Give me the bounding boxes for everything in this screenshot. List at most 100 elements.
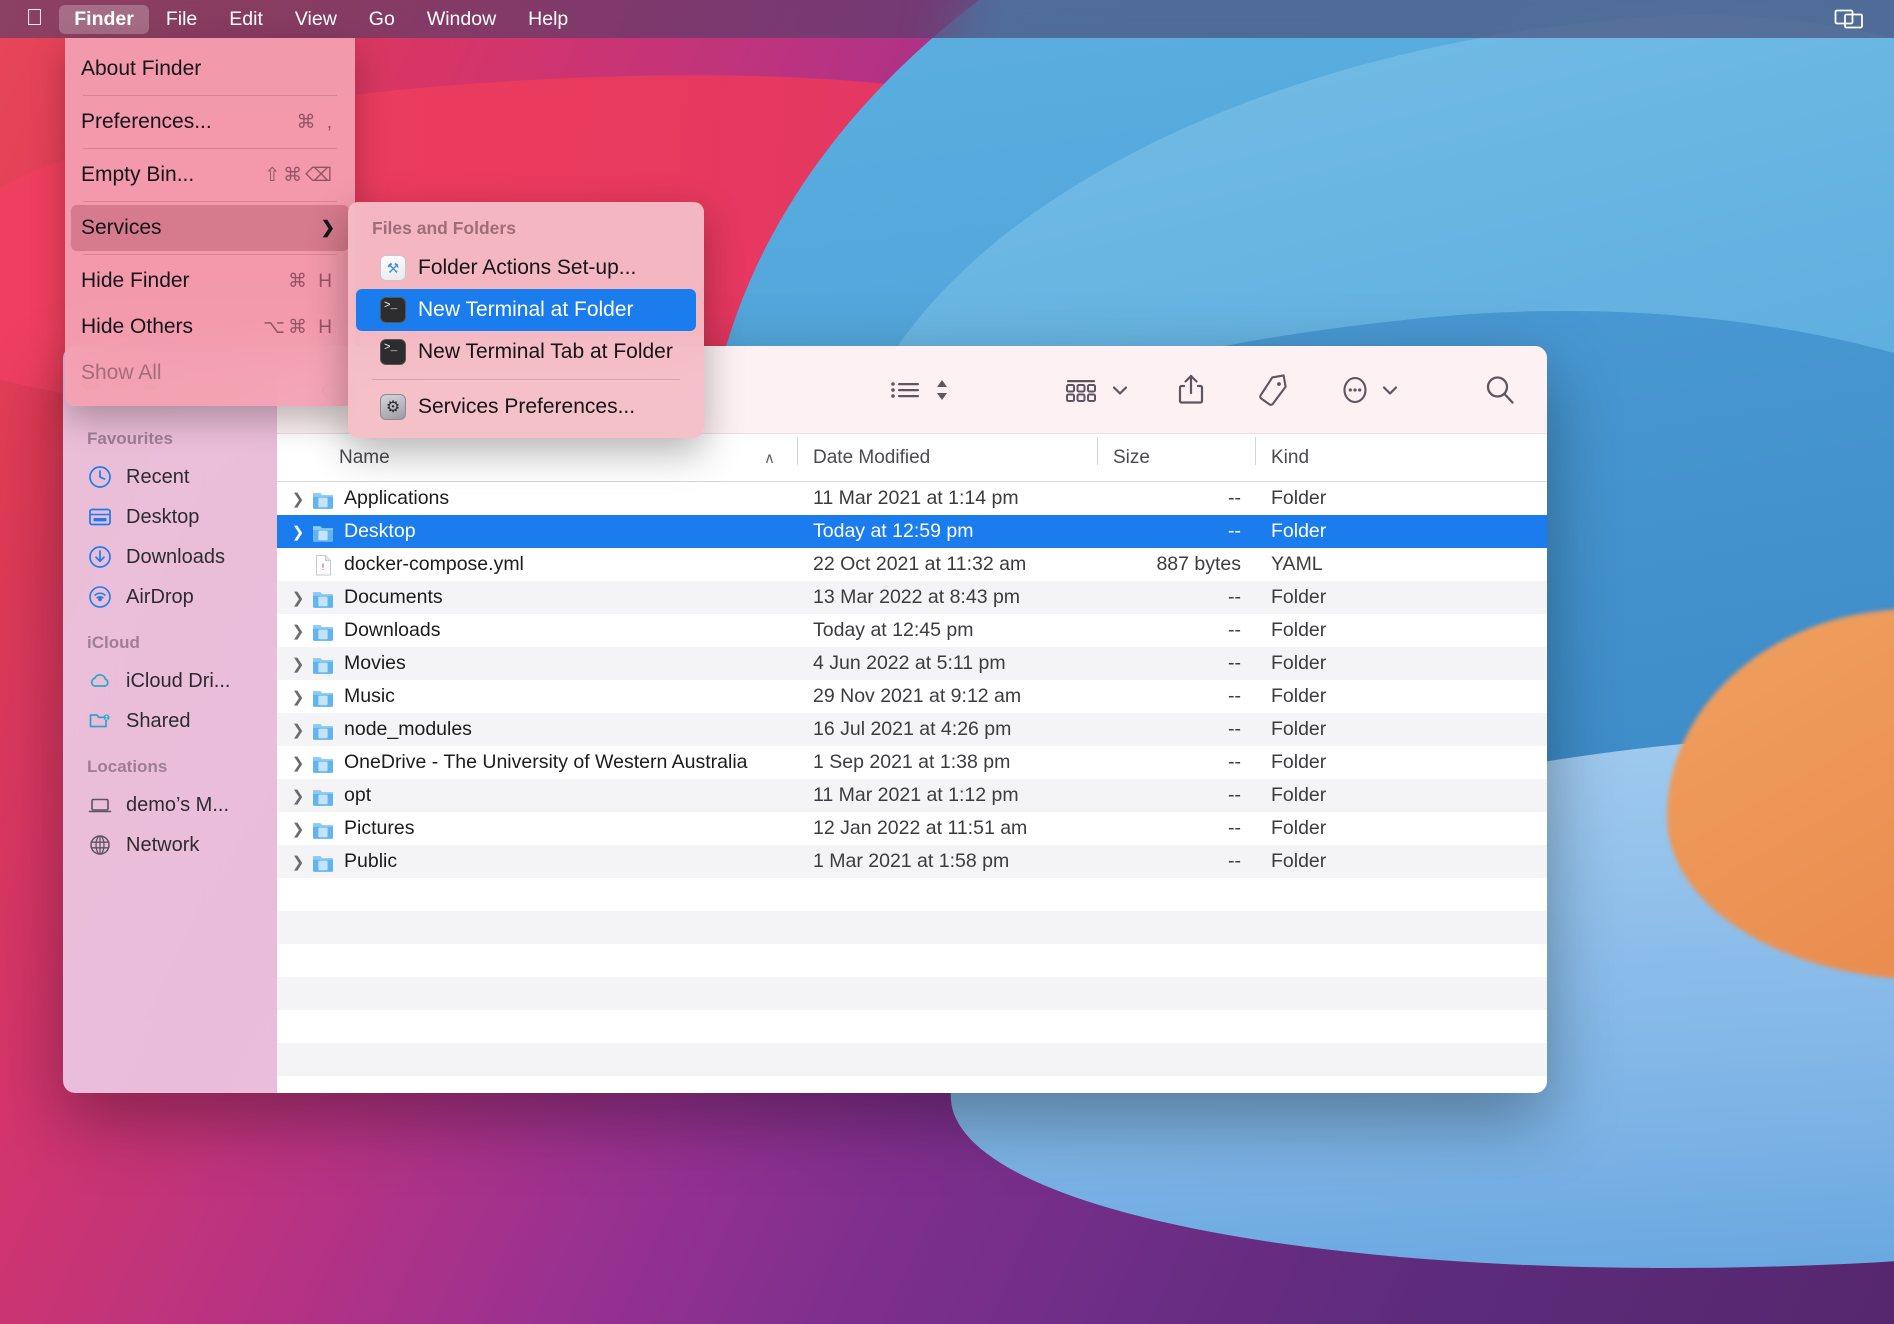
sidebar-item-network[interactable]: Network bbox=[63, 825, 277, 865]
table-row[interactable]: ❯ Pictures 12 Jan 2022 at 11:51 am -- Folder bbox=[277, 812, 1547, 845]
shared-folder-icon bbox=[89, 714, 110, 728]
sort-indicator-icon: ∧ bbox=[764, 449, 775, 467]
table-row[interactable]: ❯ Downloads Today at 12:45 pm -- Folder bbox=[277, 614, 1547, 647]
table-row[interactable]: ❯ Desktop Today at 12:59 pm -- Folder bbox=[277, 515, 1547, 548]
column-header-kind[interactable]: Kind bbox=[1255, 436, 1547, 469]
menu-help[interactable]: Help bbox=[513, 5, 583, 34]
disclosure-triangle-icon[interactable]: ❯ bbox=[287, 754, 309, 772]
table-row[interactable]: ❯ Movies 4 Jun 2022 at 5:11 pm -- Folder bbox=[277, 647, 1547, 680]
tag-icon[interactable] bbox=[1255, 373, 1291, 407]
sidebar-item-downloads[interactable]: Downloads bbox=[63, 537, 277, 577]
screen-mirroring-icon[interactable] bbox=[1834, 8, 1864, 30]
service-label: Services Preferences... bbox=[418, 395, 636, 418]
menu-finder[interactable]: Finder bbox=[59, 4, 149, 34]
table-row[interactable]: ! docker-compose.yml 22 Oct 2021 at 11:32 … bbox=[277, 548, 1547, 581]
file-size-cell: 887 bytes bbox=[1156, 553, 1241, 575]
chevron-down-icon[interactable] bbox=[1111, 383, 1129, 397]
menu-view[interactable]: View bbox=[280, 5, 352, 34]
group-by-icon[interactable] bbox=[1063, 375, 1101, 405]
disclosure-triangle-icon[interactable]: ❯ bbox=[287, 853, 309, 871]
sort-arrows-icon[interactable] bbox=[933, 376, 951, 404]
sidebar-label: Recent bbox=[126, 465, 190, 488]
disclosure-triangle-icon[interactable]: ❯ bbox=[287, 820, 309, 838]
more-actions-icon[interactable] bbox=[1339, 373, 1371, 407]
disclosure-triangle-icon[interactable]: ❯ bbox=[287, 688, 309, 706]
table-row[interactable]: ❯ node_modules 16 Jul 2021 at 4:26 pm -- Fol… bbox=[277, 713, 1547, 746]
sidebar-item-icloud-drive[interactable]: iCloud Dri... bbox=[63, 661, 277, 701]
sidebar-item-recent[interactable]: Recent bbox=[63, 457, 277, 497]
sidebar-label: Network bbox=[126, 833, 200, 856]
disclosure-triangle-icon[interactable]: ❯ bbox=[287, 490, 309, 508]
file-name-label: Applications bbox=[344, 487, 450, 509]
file-name-label: Desktop bbox=[344, 520, 416, 542]
menu-item-services[interactable]: Services ❯ bbox=[71, 205, 349, 251]
service-item-services-preferences[interactable]: ⚙ Services Preferences... bbox=[356, 386, 696, 428]
download-icon bbox=[89, 546, 111, 568]
menu-window[interactable]: Window bbox=[412, 5, 511, 34]
menu-item-about-finder[interactable]: About Finder bbox=[71, 46, 349, 92]
table-row[interactable]: ❯ opt 11 Mar 2021 at 1:12 pm -- Folder bbox=[277, 779, 1547, 812]
column-header-date-modified[interactable]: Date Modified bbox=[797, 436, 1097, 469]
table-row[interactable]: ❯ Documents 13 Mar 2022 at 8:43 pm -- Folder bbox=[277, 581, 1547, 614]
share-icon[interactable] bbox=[1175, 372, 1207, 408]
service-label: Folder Actions Set-up... bbox=[418, 256, 637, 279]
sidebar-item-shared[interactable]: Shared bbox=[63, 701, 277, 741]
file-name-cell: ❯ Desktop bbox=[277, 520, 797, 544]
sidebar-section-icloud: iCloud bbox=[87, 633, 140, 652]
table-row[interactable]: ❯ Public 1 Mar 2021 at 1:58 pm -- Folder bbox=[277, 845, 1547, 878]
table-row[interactable]: ❯ Music 29 Nov 2021 at 9:12 am -- Folder bbox=[277, 680, 1547, 713]
file-kind-cell: Folder bbox=[1271, 586, 1327, 608]
menu-edit[interactable]: Edit bbox=[214, 5, 278, 34]
table-row[interactable]: ❯ Applications 11 Mar 2021 at 1:14 pm -- Fol… bbox=[277, 482, 1547, 515]
file-name-cell: ❯ OneDrive - The University of Western Au… bbox=[277, 751, 797, 775]
list-view-icon[interactable] bbox=[889, 377, 923, 403]
file-name-cell: ❯ Music bbox=[277, 685, 797, 709]
sidebar-item-desktop[interactable]: Desktop bbox=[63, 497, 277, 537]
file-name-label: Documents bbox=[344, 586, 443, 608]
column-header-size[interactable]: Size bbox=[1097, 436, 1255, 469]
menu-item-empty-bin[interactable]: Empty Bin... ⇧⌘⌫ bbox=[71, 152, 349, 198]
menu-item-hide-others[interactable]: Hide Others ⌥⌘ H bbox=[71, 304, 349, 350]
search-icon[interactable] bbox=[1483, 373, 1517, 407]
disclosure-triangle-icon[interactable]: ❯ bbox=[287, 655, 309, 673]
desktop-icon bbox=[89, 508, 111, 526]
disclosure-triangle-icon[interactable]: ❯ bbox=[287, 589, 309, 607]
disclosure-triangle-icon[interactable]: ❯ bbox=[287, 721, 309, 739]
finder-application-menu: About Finder Preferences... ⌘ , Empty Bi… bbox=[65, 38, 355, 406]
menu-go[interactable]: Go bbox=[354, 5, 410, 34]
service-item-new-terminal-tab-at-folder[interactable]: >_ New Terminal Tab at Folder bbox=[356, 331, 696, 373]
folder-documents-icon bbox=[313, 591, 333, 608]
file-date-cell: 11 Mar 2021 at 1:12 pm bbox=[813, 784, 1019, 806]
file-name-cell: ❯ opt bbox=[277, 784, 797, 808]
file-date-cell: Today at 12:59 pm bbox=[813, 520, 974, 542]
file-list[interactable]: ❯ Applications 11 Mar 2021 at 1:14 pm -- Fol… bbox=[277, 482, 1547, 1093]
file-kind-cell: Folder bbox=[1271, 487, 1327, 509]
file-size-cell: -- bbox=[1228, 718, 1241, 740]
file-date-cell: 4 Jun 2022 at 5:11 pm bbox=[813, 652, 1006, 674]
file-name-label: Pictures bbox=[344, 817, 415, 839]
menu-separator bbox=[83, 201, 337, 202]
file-date-cell: 13 Mar 2022 at 8:43 pm bbox=[813, 586, 1021, 608]
file-name-cell: ❯ Downloads bbox=[277, 619, 797, 643]
menu-file[interactable]: File bbox=[151, 5, 212, 34]
apple-logo-icon[interactable]:  bbox=[26, 5, 43, 29]
table-row[interactable]: ❯ OneDrive - The University of Western Au… bbox=[277, 746, 1547, 779]
file-kind-cell: Folder bbox=[1271, 718, 1327, 740]
folder-applications-icon bbox=[313, 492, 333, 509]
menu-item-hide-finder[interactable]: Hide Finder ⌘ H bbox=[71, 258, 349, 304]
disclosure-triangle-icon[interactable]: ❯ bbox=[287, 787, 309, 805]
empty-row bbox=[277, 1010, 1547, 1043]
service-item-folder-actions-setup[interactable]: ⚒ Folder Actions Set-up... bbox=[356, 247, 696, 289]
chevron-down-icon[interactable] bbox=[1381, 383, 1399, 397]
file-list-header: Name ∧ Date Modified Size Kind bbox=[277, 434, 1547, 482]
disclosure-triangle-icon[interactable]: ❯ bbox=[287, 523, 309, 541]
sidebar-item-airdrop[interactable]: AirDrop bbox=[63, 577, 277, 617]
service-item-new-terminal-at-folder[interactable]: >_ New Terminal at Folder bbox=[356, 289, 696, 331]
services-separator bbox=[372, 379, 680, 380]
file-name-cell: ❯ Documents bbox=[277, 586, 797, 610]
disclosure-triangle-icon[interactable]: ❯ bbox=[287, 622, 309, 640]
menu-item-preferences[interactable]: Preferences... ⌘ , bbox=[71, 99, 349, 145]
sidebar-item-demos-mac[interactable]: demo’s M... bbox=[63, 785, 277, 825]
file-size-cell: -- bbox=[1228, 751, 1241, 773]
column-header-name[interactable]: Name ∧ bbox=[277, 447, 797, 469]
